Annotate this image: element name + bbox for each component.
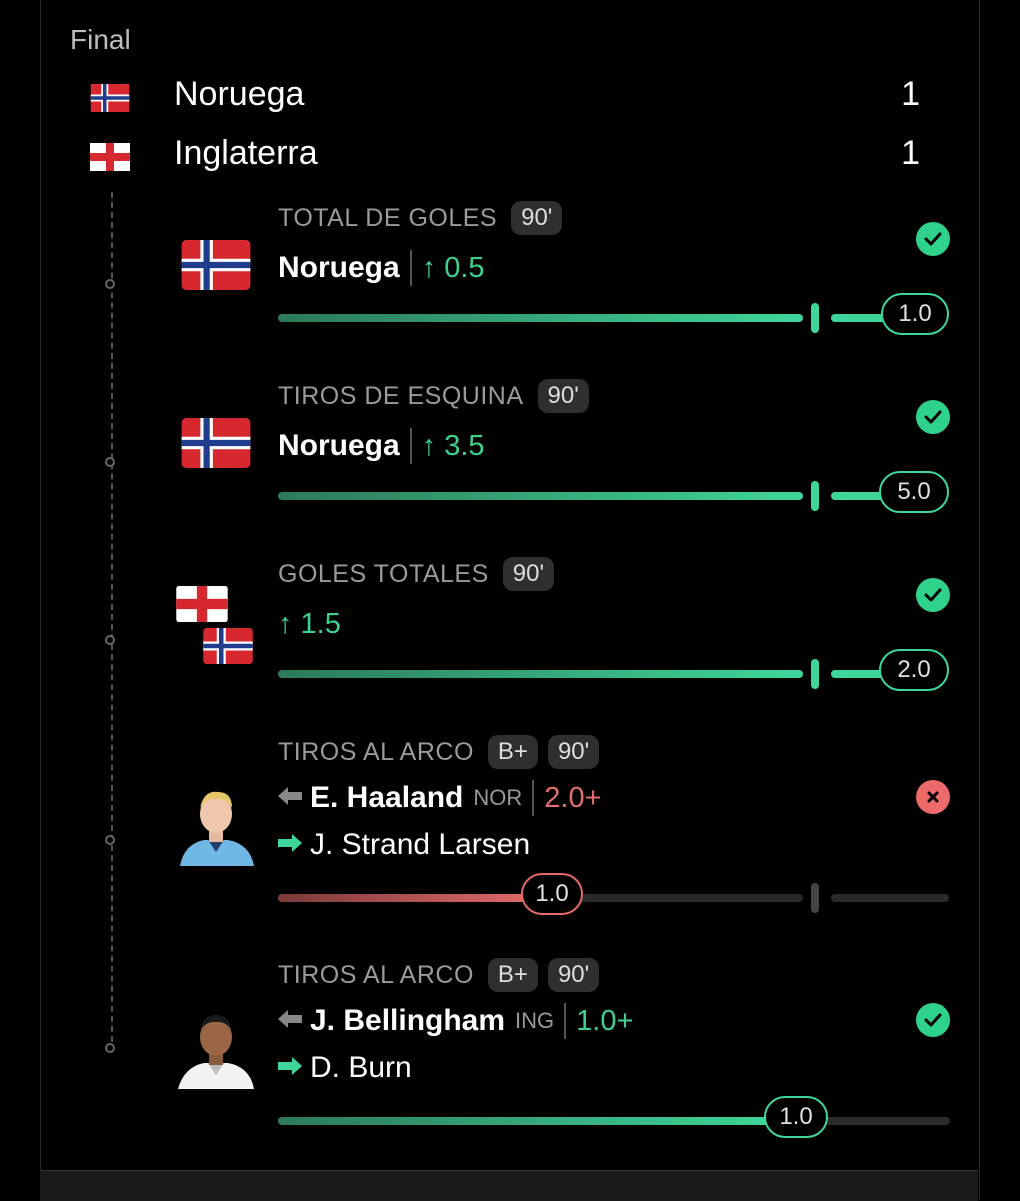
norway-flag-icon xyxy=(90,84,130,117)
progress-threshold-marker xyxy=(811,303,819,333)
player-row-secondary: J. Strand Larsen xyxy=(278,825,530,865)
selection-line: 2.0+ xyxy=(544,781,602,814)
market-header: TIROS DE ESQUINA 90' xyxy=(278,378,589,414)
market-title: TOTAL DE GOLES xyxy=(278,203,498,232)
timeline-node xyxy=(105,635,115,645)
pick-card[interactable]: TIROS AL ARCO B+ 90' E. Haaland NOR 2.0+… xyxy=(170,734,960,915)
selection-line: ↑ 3.5 xyxy=(421,429,485,462)
progress-fill xyxy=(278,1117,778,1125)
player-name: E. Haaland xyxy=(310,781,464,814)
norway-flag-icon xyxy=(180,418,252,473)
progress-track: 5.0 xyxy=(278,471,950,513)
market-header: TIROS AL ARCO B+ 90' xyxy=(278,734,600,770)
selection-line: ↑ 0.5 xyxy=(421,251,485,284)
team-row-away[interactable]: Inglaterra 1 xyxy=(90,134,920,174)
progress-track-bg xyxy=(831,894,949,902)
market-header: GOLES TOTALES 90' xyxy=(278,556,555,592)
arrow-right-icon xyxy=(278,833,302,858)
progress-fill xyxy=(278,314,803,322)
arrow-right-icon xyxy=(278,1056,302,1081)
divider xyxy=(564,1003,567,1039)
timeline-node xyxy=(105,835,115,845)
divider xyxy=(409,428,412,464)
team-abbr: NOR xyxy=(473,785,523,810)
arrow-left-icon xyxy=(278,1009,302,1034)
team-row-home[interactable]: Noruega 1 xyxy=(90,75,920,115)
period-chip: 90' xyxy=(502,557,555,591)
market-header: TOTAL DE GOLES 90' xyxy=(278,200,563,236)
away-team-score: 1 xyxy=(901,134,920,172)
progress-fill xyxy=(278,894,538,902)
divider xyxy=(532,780,535,816)
progress-track: 1.0 xyxy=(278,293,950,335)
grade-chip: B+ xyxy=(487,958,538,992)
progress-fill xyxy=(278,492,803,500)
away-team-name: Inglaterra xyxy=(174,134,318,172)
period-chip: 90' xyxy=(547,958,600,992)
close-icon xyxy=(916,780,950,814)
player-name: J. Bellingham xyxy=(310,1004,506,1037)
result-value: 1.0 xyxy=(881,293,949,335)
selection-row: Noruega ↑ 0.5 xyxy=(278,248,485,288)
pick-card[interactable]: GOLES TOTALES 90' ↑ 1.5 2.0 xyxy=(170,556,960,716)
market-title: GOLES TOTALES xyxy=(278,559,489,588)
player-avatar xyxy=(174,782,258,866)
selection-team: Noruega xyxy=(278,251,400,284)
player-row-primary: J. Bellingham ING 1.0+ xyxy=(278,1001,633,1041)
pick-card[interactable]: TIROS AL ARCO B+ 90' J. Bellingham ING 1… xyxy=(170,957,960,1138)
check-icon xyxy=(916,578,950,612)
pick-card[interactable]: TOTAL DE GOLES 90' Noruega ↑ 0.5 1.0 xyxy=(170,200,960,360)
home-team-name: Noruega xyxy=(174,75,305,113)
selection-line: 1.0+ xyxy=(576,1004,634,1037)
period-chip: 90' xyxy=(547,735,600,769)
market-header: TIROS AL ARCO B+ 90' xyxy=(278,957,600,993)
england-flag-icon xyxy=(176,586,228,627)
timeline-node xyxy=(105,1043,115,1053)
check-icon xyxy=(916,400,950,434)
home-team-score: 1 xyxy=(901,75,920,113)
check-icon xyxy=(916,222,950,256)
england-flag-icon xyxy=(90,143,130,176)
team-abbr: ING xyxy=(515,1008,555,1033)
norway-flag-icon xyxy=(180,240,252,295)
market-title: TIROS AL ARCO xyxy=(278,960,474,989)
sub-player-name: D. Burn xyxy=(310,1051,412,1084)
pick-card[interactable]: TIROS DE ESQUINA 90' Noruega ↑ 3.5 5.0 xyxy=(170,378,960,538)
progress-track: 1.0 xyxy=(278,1096,950,1138)
market-title: TIROS AL ARCO xyxy=(278,737,474,766)
result-value: 1.0 xyxy=(764,1096,828,1138)
progress-threshold-marker xyxy=(811,883,819,913)
selection-line: ↑ 1.5 xyxy=(278,607,341,640)
grade-chip: B+ xyxy=(487,735,538,769)
check-icon xyxy=(916,1003,950,1037)
player-row-secondary: D. Burn xyxy=(278,1048,412,1088)
selection-row: Noruega ↑ 3.5 xyxy=(278,426,485,466)
norway-flag-icon xyxy=(202,628,254,669)
selection-team: Noruega xyxy=(278,429,400,462)
timeline-node xyxy=(105,279,115,289)
bottom-bar xyxy=(40,1170,978,1201)
progress-track: 1.0 xyxy=(278,873,950,915)
market-title: TIROS DE ESQUINA xyxy=(278,381,524,410)
progress-threshold-marker xyxy=(811,659,819,689)
result-value: 5.0 xyxy=(879,471,949,513)
selection-row: ↑ 1.5 xyxy=(278,604,341,644)
player-avatar xyxy=(174,1005,258,1089)
timeline-line xyxy=(111,192,114,1052)
timeline-node xyxy=(105,457,115,467)
period-chip: 90' xyxy=(511,201,563,235)
sub-player-name: J. Strand Larsen xyxy=(310,828,531,861)
period-chip: 90' xyxy=(537,379,589,413)
progress-threshold-marker xyxy=(811,481,819,511)
progress-fill xyxy=(278,670,803,678)
match-status: Final xyxy=(70,24,131,55)
progress-track: 2.0 xyxy=(278,649,950,691)
divider xyxy=(409,250,412,286)
player-row-primary: E. Haaland NOR 2.0+ xyxy=(278,778,602,818)
result-value: 2.0 xyxy=(879,649,949,691)
result-value: 1.0 xyxy=(521,873,583,915)
arrow-left-icon xyxy=(278,786,302,811)
